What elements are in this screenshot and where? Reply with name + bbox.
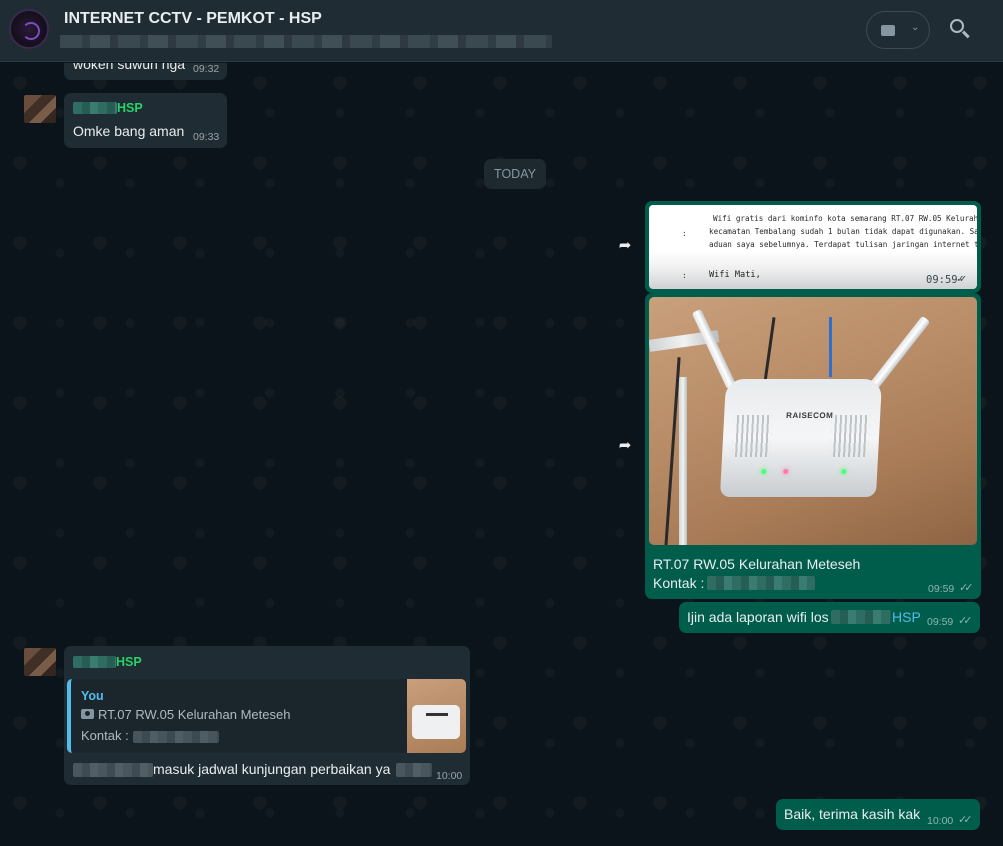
document-preview[interactable]: : Wifi gratis dari kominfo kota semarang…	[649, 205, 977, 289]
status-led	[841, 469, 847, 474]
contact-redacted	[707, 576, 815, 590]
sender-name[interactable]: HSP	[116, 655, 142, 669]
message-text: Baik, terima kasih kak	[784, 806, 921, 822]
document-text-line: Wifi gratis dari kominfo kota semarang R…	[713, 214, 977, 223]
double-check-icon: ✓✓	[959, 582, 974, 594]
message-bubble[interactable]: Ijin ada laporan wifi los HSP 09:59 ✓✓	[679, 602, 980, 633]
chat-header: INTERNET CCTV - PEMKOT - HSP ⌄	[0, 0, 1003, 62]
search-button[interactable]	[948, 17, 974, 43]
sender-name-redacted	[73, 102, 117, 114]
message-text: masuk jadwal kunjungan perbaikan ya	[153, 761, 391, 777]
video-camera-icon	[881, 25, 895, 36]
double-check-icon: ✓✓	[957, 272, 966, 285]
message-text: Omke bang aman	[73, 123, 185, 139]
mention-suffix[interactable]: HSP	[892, 609, 921, 625]
mention-redacted	[831, 610, 891, 624]
message-bubble[interactable]: Baik, terima kasih kak 10:00 ✓✓	[776, 799, 980, 830]
message-prefix-redacted	[73, 763, 153, 777]
forward-button[interactable]: ➦	[612, 233, 638, 259]
chevron-down-icon: ⌄	[911, 22, 920, 33]
group-participants-redacted	[60, 35, 552, 48]
message-time: 10:00	[927, 815, 954, 827]
status-led	[783, 469, 789, 474]
photo-caption-line: RT.07 RW.05 Kelurahan Meteseh	[653, 556, 861, 572]
quoted-message[interactable]: You RT.07 RW.05 Kelurahan Meteseh Kontak…	[67, 679, 466, 753]
sender-avatar[interactable]	[24, 95, 56, 123]
message-time: 10:00	[436, 770, 463, 782]
status-led	[761, 469, 767, 474]
double-check-icon: ✓✓	[958, 814, 973, 826]
quoted-text: Kontak :	[81, 728, 129, 743]
document-text-line: aduan saya sebelumnya. Terdapat tulisan …	[709, 240, 977, 249]
message-text: woken suwun nga	[73, 63, 186, 72]
message-text: Ijin ada laporan wifi los	[687, 609, 829, 625]
document-text-line: kecamatan Tembalang sudah 1 bulan tidak …	[709, 227, 977, 236]
message-bubble[interactable]: woken suwun nga 09:32	[64, 63, 227, 80]
photo-image[interactable]: RAISECOM	[649, 297, 977, 545]
date-separator: TODAY	[484, 159, 546, 189]
sender-name-redacted	[73, 656, 116, 668]
group-avatar[interactable]	[9, 9, 49, 49]
router-device: RAISECOM	[719, 379, 883, 497]
quoted-author: You	[81, 689, 104, 703]
quoted-photo-thumbnail	[407, 679, 466, 753]
forward-button[interactable]: ➦	[612, 433, 638, 459]
message-suffix-redacted	[396, 763, 432, 777]
video-call-button[interactable]: ⌄	[866, 11, 930, 49]
message-time: 09:33	[193, 131, 220, 143]
message-time: 09:59	[928, 583, 955, 595]
router-antenna	[691, 308, 737, 390]
double-check-icon: ✓✓	[958, 615, 973, 627]
group-title[interactable]: INTERNET CCTV - PEMKOT - HSP	[64, 10, 322, 28]
forward-icon: ➦	[618, 437, 632, 454]
camera-icon	[81, 709, 94, 719]
message-time: 09:59	[926, 274, 958, 286]
forward-icon: ➦	[618, 237, 632, 254]
message-time: 09:32	[193, 63, 220, 75]
message-bubble[interactable]: HSP Omke bang aman 09:33	[64, 93, 227, 148]
quoted-contact-redacted	[133, 731, 219, 743]
photo-caption-line: Kontak :	[653, 575, 705, 591]
router-brand: RAISECOM	[785, 411, 834, 420]
document-subject: Wifi Mati,	[709, 270, 761, 280]
chat-area[interactable]: woken suwun nga 09:32 HSP Omke bang aman…	[0, 63, 1003, 846]
sender-name[interactable]: HSP	[117, 101, 143, 115]
quoted-text: RT.07 RW.05 Kelurahan Meteseh	[98, 707, 291, 722]
message-time: 09:59	[927, 616, 954, 628]
sender-avatar[interactable]	[24, 648, 56, 676]
